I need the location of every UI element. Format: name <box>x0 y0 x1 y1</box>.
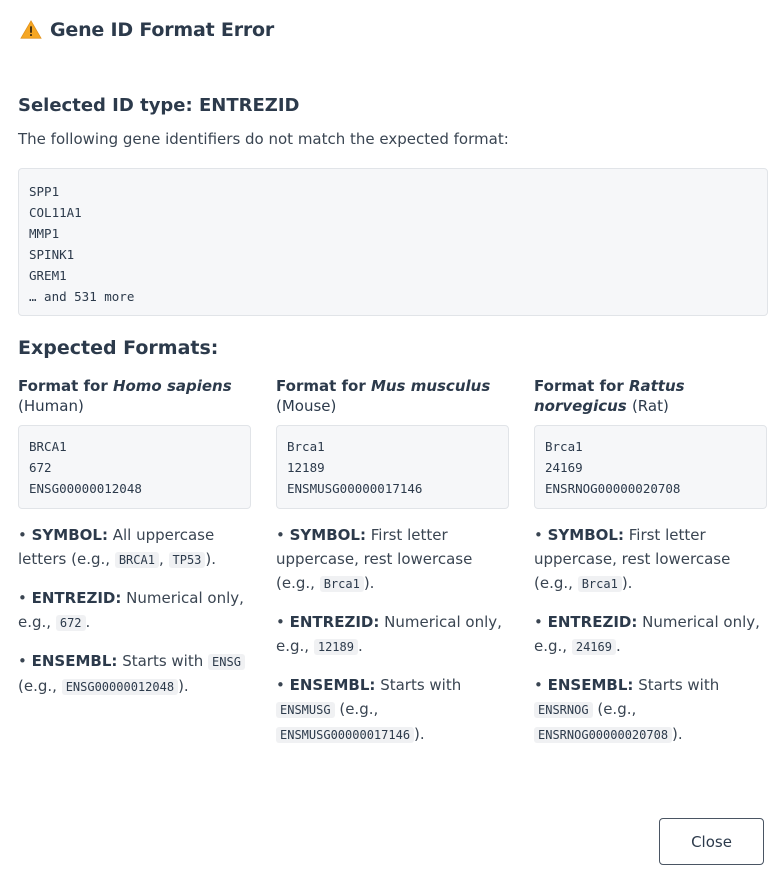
example-ensembl: ENSMUSG00000017146 <box>287 481 423 496</box>
rule-entrezid: • ENTREZID: Numerical only, e.g., 12189. <box>276 613 502 655</box>
rule-symbol: • SYMBOL: All uppercase letters (e.g., B… <box>18 526 217 568</box>
rule-symbol: • SYMBOL: First letter uppercase, rest l… <box>276 526 473 592</box>
invalid-id: GREM1 <box>29 268 67 283</box>
format-column-title: Format for Mus musculus (Mouse) <box>276 377 491 415</box>
example-ids-box: Brca1 24169 ENSRNOG00000020708 <box>534 425 767 509</box>
example-ids-box: Brca1 12189 ENSMUSG00000017146 <box>276 425 509 509</box>
example-ids-box: BRCA1 672 ENSG00000012048 <box>18 425 251 509</box>
invalid-id: SPP1 <box>29 184 60 199</box>
format-column-title: Format for Homo sapiens (Human) <box>18 377 232 415</box>
format-column-human: Format for Homo sapiens (Human) BRCA1 672… <box>18 376 252 699</box>
more-ids-count: … and 531 more <box>29 289 135 304</box>
rule-ensembl: • ENSEMBL: Starts with ENSRNOG (e.g., EN… <box>534 676 720 743</box>
format-column-mouse: Format for Mus musculus (Mouse) Brca1 121… <box>276 376 510 747</box>
format-column-title: Format for Rattus norvegicus (Rat) <box>534 377 685 415</box>
invalid-id: MMP1 <box>29 226 60 241</box>
example-ensembl: ENSRNOG00000020708 <box>545 481 681 496</box>
mismatch-intro-text: The following gene identifiers do not ma… <box>18 130 509 148</box>
example-entrezid: 24169 <box>545 460 583 475</box>
example-entrezid: 12189 <box>287 460 325 475</box>
example-entrezid: 672 <box>29 460 52 475</box>
rule-entrezid: • ENTREZID: Numerical only, e.g., 24169. <box>534 613 760 655</box>
example-symbol: Brca1 <box>287 439 325 454</box>
example-ensembl: ENSG00000012048 <box>29 481 142 496</box>
rule-symbol: • SYMBOL: First letter uppercase, rest l… <box>534 526 731 592</box>
format-column-rat: Format for Rattus norvegicus (Rat) Brca1… <box>534 376 768 747</box>
rule-ensembl: • ENSEMBL: Starts with ENSMUSG (e.g., EN… <box>276 676 462 743</box>
modal-header: Gene ID Format Error <box>20 19 274 41</box>
close-button[interactable]: Close <box>659 818 764 865</box>
example-symbol: Brca1 <box>545 439 583 454</box>
rule-ensembl: • ENSEMBL: Starts with ENSG (e.g., ENSG0… <box>18 649 252 699</box>
invalid-id-list: SPP1 COL11A1 MMP1 SPINK1 GREM1 … and 531… <box>18 168 768 316</box>
selected-id-type-title: Selected ID type: ENTREZID <box>18 95 300 116</box>
invalid-id: COL11A1 <box>29 205 82 220</box>
rule-entrezid: • ENTREZID: Numerical only, e.g., 672. <box>18 589 244 631</box>
warning-icon <box>20 20 42 39</box>
modal-title: Gene ID Format Error <box>50 19 275 41</box>
example-symbol: BRCA1 <box>29 439 67 454</box>
expected-formats-title: Expected Formats: <box>18 337 219 359</box>
invalid-id: SPINK1 <box>29 247 75 262</box>
